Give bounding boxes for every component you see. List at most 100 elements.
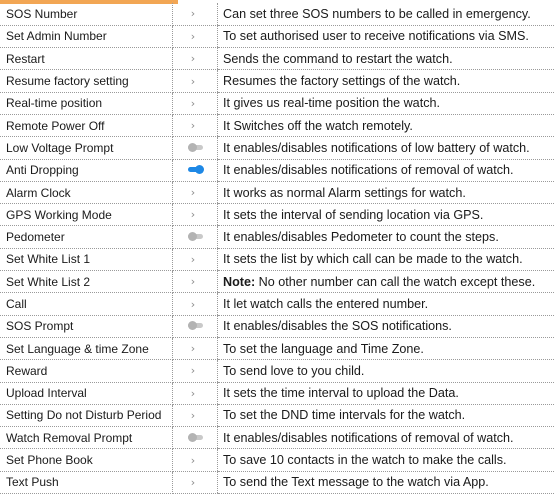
setting-control-cell: › xyxy=(173,48,218,70)
setting-name[interactable]: GPS Working Mode xyxy=(0,204,173,226)
setting-name[interactable]: Restart xyxy=(0,48,173,70)
chevron-right-icon[interactable]: › xyxy=(191,52,195,65)
setting-name[interactable]: Remote Power Off xyxy=(0,114,173,136)
setting-row-set-white-list-1[interactable]: Set White List 1›It sets the list by whi… xyxy=(0,248,554,270)
setting-name[interactable]: Low Voltage Prompt xyxy=(0,137,173,159)
setting-name[interactable]: Real-time position xyxy=(0,92,173,114)
setting-name[interactable]: Set Phone Book xyxy=(0,449,173,471)
setting-description: Note: No other number can call the watch… xyxy=(218,271,554,293)
setting-row-set-white-list-2[interactable]: Set White List 2 › Note: No other number c… xyxy=(0,271,554,293)
setting-row-alarm-clock[interactable]: Alarm Clock›It works as normal Alarm set… xyxy=(0,181,554,203)
setting-control-cell: › xyxy=(173,181,218,203)
setting-name[interactable]: Setting Do not Disturb Period xyxy=(0,404,173,426)
setting-row-text-push[interactable]: Text Push›To send the Text message to th… xyxy=(0,471,554,493)
toggle-knob xyxy=(188,232,197,241)
description-text: It sets the time interval to upload the … xyxy=(223,386,459,400)
setting-row-setting-do-not-disturb-period[interactable]: Setting Do not Disturb Period › To set the… xyxy=(0,404,554,426)
settings-table-body: SOS Number › Can set three SOS numbers to … xyxy=(0,3,554,494)
toggle-switch[interactable] xyxy=(188,321,203,331)
setting-row-sos-prompt[interactable]: SOS PromptIt enables/disables the SOS no… xyxy=(0,315,554,337)
setting-row-call[interactable]: Call › It let watch calls the entered numb… xyxy=(0,293,554,315)
chevron-right-icon[interactable]: › xyxy=(191,364,195,377)
setting-name[interactable]: Upload Interval xyxy=(0,382,173,404)
setting-row-resume-factory-setting[interactable]: Resume factory setting › Resumes the facto… xyxy=(0,70,554,92)
setting-description: It enables/disables notifications of rem… xyxy=(218,159,554,181)
setting-row-gps-working-mode[interactable]: GPS Working Mode › It sets the interval of… xyxy=(0,204,554,226)
setting-name[interactable]: Watch Removal Prompt xyxy=(0,427,173,449)
setting-control-cell xyxy=(173,427,218,449)
setting-description: It Switches off the watch remotely. xyxy=(218,114,554,136)
toggle-switch[interactable] xyxy=(188,143,203,153)
setting-row-real-time-position[interactable]: Real-time position›It gives us real-time… xyxy=(0,92,554,114)
setting-name[interactable]: Text Push xyxy=(0,471,173,493)
description-text: It enables/disables Pedometer to count t… xyxy=(223,230,499,244)
setting-name[interactable]: SOS Prompt xyxy=(0,315,173,337)
setting-row-set-phone-book[interactable]: Set Phone Book›To save 10 contacts in th… xyxy=(0,449,554,471)
chevron-right-icon[interactable]: › xyxy=(191,97,195,110)
setting-name[interactable]: Set Language & time Zone xyxy=(0,337,173,359)
setting-control-cell: › xyxy=(173,382,218,404)
setting-name[interactable]: Reward xyxy=(0,360,173,382)
setting-control-cell xyxy=(173,226,218,248)
setting-row-watch-removal-prompt[interactable]: Watch Removal PromptIt enables/disables … xyxy=(0,427,554,449)
description-text: Resumes the factory settings of the watc… xyxy=(223,74,460,88)
setting-description: To send love to you child. xyxy=(218,360,554,382)
toggle-switch[interactable] xyxy=(188,165,203,175)
setting-control-cell: › xyxy=(173,114,218,136)
setting-name[interactable]: Resume factory setting xyxy=(0,70,173,92)
setting-name[interactable]: Alarm Clock xyxy=(0,181,173,203)
setting-name[interactable]: SOS Number xyxy=(0,3,173,25)
chevron-right-icon[interactable]: › xyxy=(191,409,195,422)
setting-row-sos-number[interactable]: SOS Number › Can set three SOS numbers to … xyxy=(0,3,554,25)
chevron-right-icon[interactable]: › xyxy=(191,75,195,88)
chevron-right-icon[interactable]: › xyxy=(191,476,195,489)
setting-row-set-language-time-zone[interactable]: Set Language & time Zone › To set the lang… xyxy=(0,337,554,359)
setting-name[interactable]: Set White List 1 xyxy=(0,248,173,270)
setting-control-cell: › xyxy=(173,293,218,315)
setting-description: To set the DND time intervals for the wa… xyxy=(218,404,554,426)
description-text: No other number can call the watch excep… xyxy=(255,275,535,289)
chevron-right-icon[interactable]: › xyxy=(191,275,195,288)
chevron-right-icon[interactable]: › xyxy=(191,186,195,199)
setting-description: It let watch calls the entered number. xyxy=(218,293,554,315)
setting-row-remote-power-off[interactable]: Remote Power Off › It Switches off the wat… xyxy=(0,114,554,136)
setting-name[interactable]: Call xyxy=(0,293,173,315)
setting-row-reward[interactable]: Reward › To send love to you child. xyxy=(0,360,554,382)
setting-description: It sets the interval of sending location… xyxy=(218,204,554,226)
toggle-knob xyxy=(195,165,204,174)
setting-description: It enables/disables Pedometer to count t… xyxy=(218,226,554,248)
setting-row-upload-interval[interactable]: Upload Interval › It sets the time interva… xyxy=(0,382,554,404)
setting-description: To set authorised user to receive notifi… xyxy=(218,25,554,47)
chevron-right-icon[interactable]: › xyxy=(191,454,195,467)
setting-control-cell: › xyxy=(173,360,218,382)
setting-row-anti-dropping[interactable]: Anti Dropping It enables/disables notific… xyxy=(0,159,554,181)
chevron-right-icon[interactable]: › xyxy=(191,387,195,400)
chevron-right-icon[interactable]: › xyxy=(191,342,195,355)
setting-row-low-voltage-prompt[interactable]: Low Voltage PromptIt enables/disables no… xyxy=(0,137,554,159)
chevron-right-icon[interactable]: › xyxy=(191,208,195,221)
toggle-switch[interactable] xyxy=(188,232,203,242)
toggle-switch[interactable] xyxy=(188,433,203,443)
setting-control-cell xyxy=(173,137,218,159)
setting-control-cell: › xyxy=(173,70,218,92)
setting-row-set-admin-number[interactable]: Set Admin Number › To set authorised user … xyxy=(0,25,554,47)
setting-name[interactable]: Anti Dropping xyxy=(0,159,173,181)
setting-name[interactable]: Set White List 2 xyxy=(0,271,173,293)
setting-name[interactable]: Pedometer xyxy=(0,226,173,248)
setting-description: It sets the time interval to upload the … xyxy=(218,382,554,404)
setting-row-pedometer[interactable]: Pedometer It enables/disables Pedometer t… xyxy=(0,226,554,248)
description-text: To set the language and Time Zone. xyxy=(223,342,424,356)
chevron-right-icon[interactable]: › xyxy=(191,7,195,20)
setting-name[interactable]: Set Admin Number xyxy=(0,25,173,47)
chevron-right-icon[interactable]: › xyxy=(191,298,195,311)
setting-control-cell xyxy=(173,159,218,181)
description-text: To set authorised user to receive notifi… xyxy=(223,29,529,43)
setting-control-cell: › xyxy=(173,92,218,114)
setting-row-restart[interactable]: Restart›Sends the command to restart the… xyxy=(0,48,554,70)
setting-control-cell: › xyxy=(173,3,218,25)
chevron-right-icon[interactable]: › xyxy=(191,253,195,266)
toggle-knob xyxy=(188,143,197,152)
chevron-right-icon[interactable]: › xyxy=(191,119,195,132)
chevron-right-icon[interactable]: › xyxy=(191,30,195,43)
setting-description: Can set three SOS numbers to be called i… xyxy=(218,3,554,25)
